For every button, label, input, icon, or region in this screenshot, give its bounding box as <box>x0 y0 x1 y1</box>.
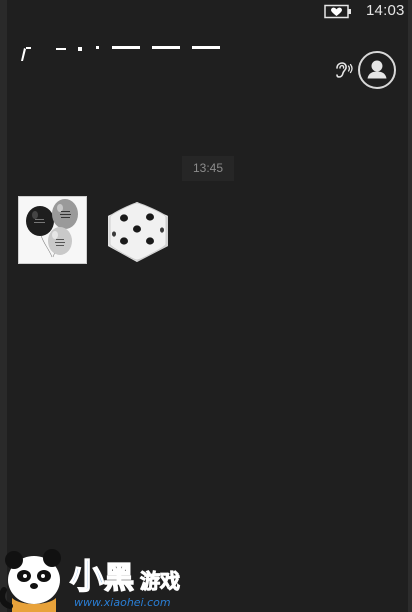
svg-text:小: 小 <box>70 557 104 597</box>
svg-text:游戏: 游戏 <box>140 569 180 593</box>
svg-text:黑: 黑 <box>104 561 134 596</box>
chat-title <box>21 46 220 61</box>
balloons-sticker[interactable] <box>18 196 87 264</box>
contact-avatar-icon <box>367 60 387 79</box>
right-edge-divider <box>408 0 412 612</box>
balloons-image <box>19 197 86 263</box>
left-edge-divider <box>0 0 7 612</box>
chat-screen: 14:03 13:45 小 黑 游戏 www.xiaohei.com <box>0 0 412 612</box>
contact-avatar-button[interactable] <box>358 51 396 89</box>
dice-sticker[interactable] <box>100 194 174 268</box>
svg-text:www.xiaohei.com: www.xiaohei.com <box>74 596 171 609</box>
message-timestamp: 13:45 <box>182 156 234 181</box>
xiaohei-watermark-logo: 小 黑 游戏 www.xiaohei.com <box>0 549 181 612</box>
status-bar: 14:03 <box>0 0 412 22</box>
speaker-earpiece-icon[interactable] <box>333 60 353 80</box>
battery-heart-icon <box>324 4 351 19</box>
status-time: 14:03 <box>366 2 405 19</box>
